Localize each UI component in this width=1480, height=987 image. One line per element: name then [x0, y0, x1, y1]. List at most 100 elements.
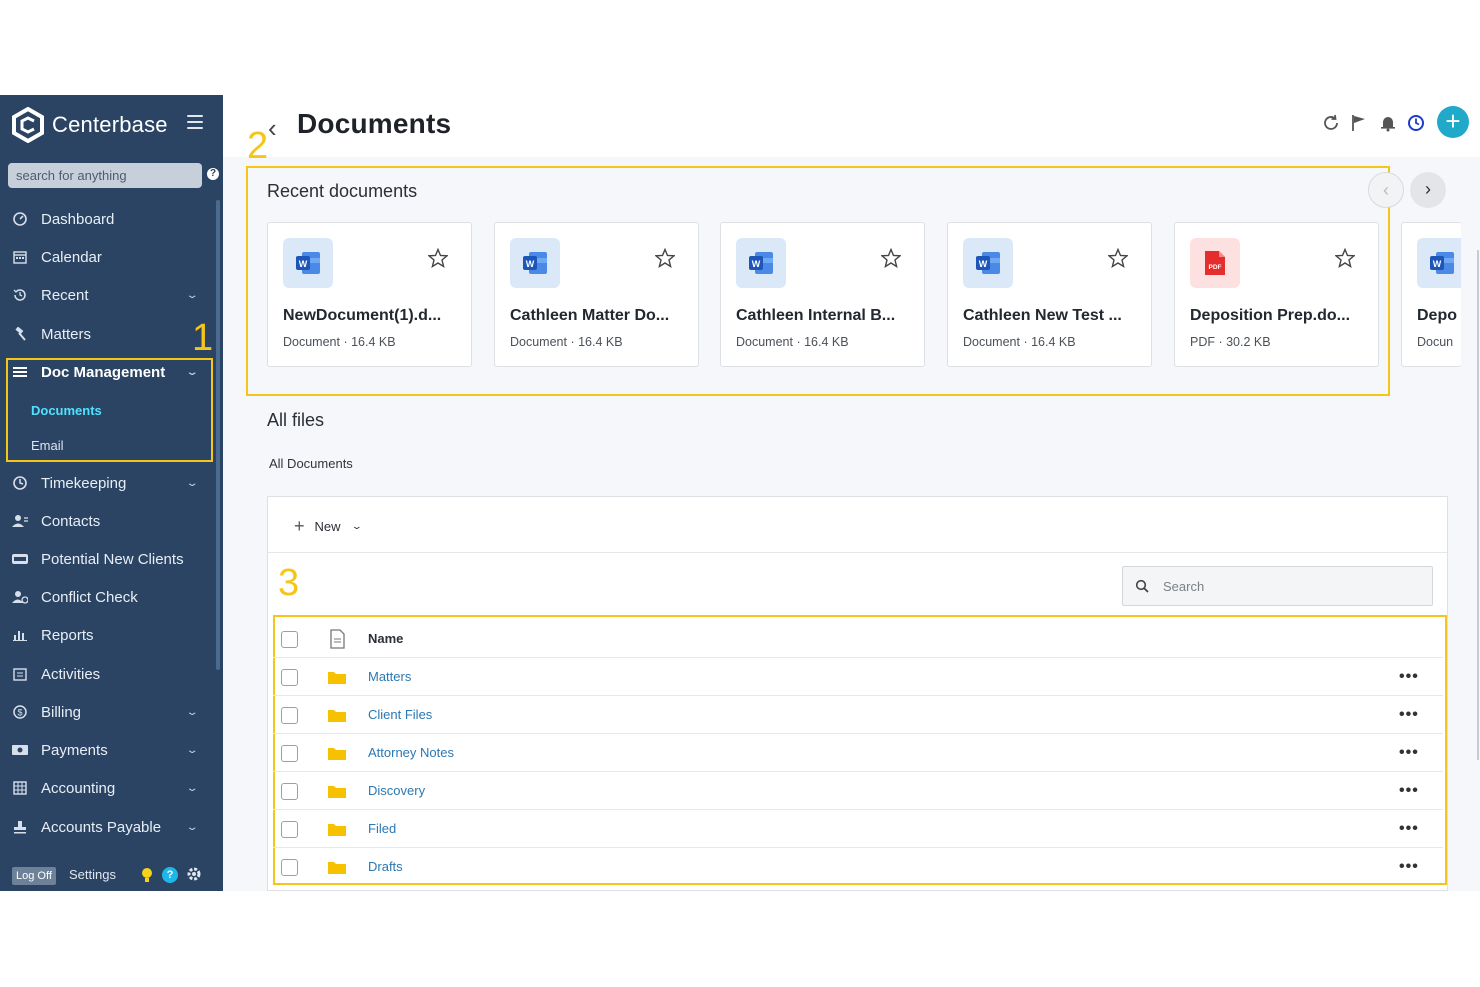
settings-link[interactable]: Settings: [69, 867, 116, 882]
flag-icon[interactable]: [1350, 114, 1368, 132]
column-header-name[interactable]: Name: [368, 631, 403, 646]
refresh-icon[interactable]: [1322, 114, 1340, 132]
more-options-icon[interactable]: •••: [1399, 858, 1419, 876]
carousel-prev-button[interactable]: ‹: [1368, 172, 1404, 208]
row-checkbox[interactable]: [281, 821, 298, 838]
sidebar-item-conflict-check[interactable]: Conflict Check: [0, 582, 216, 612]
folder-name-link[interactable]: Discovery: [368, 783, 425, 798]
folder-name-link[interactable]: Client Files: [368, 707, 432, 722]
marker-3: 3: [278, 562, 300, 604]
folder-name-link[interactable]: Drafts: [368, 859, 403, 874]
files-toolbar: + New ⌄: [268, 497, 1447, 553]
more-options-icon[interactable]: •••: [1399, 706, 1419, 724]
dashboard-icon: [12, 211, 28, 227]
timer-icon[interactable]: [1407, 114, 1425, 132]
folder-name-link[interactable]: Filed: [368, 821, 396, 836]
document-name: Cathleen Internal B...: [736, 307, 896, 324]
sidebar-item-contacts[interactable]: Contacts: [0, 506, 216, 536]
brand[interactable]: Centerbase: [10, 105, 210, 145]
sidebar-item-recent[interactable]: Recent ⌄: [0, 280, 216, 310]
more-options-icon[interactable]: •••: [1399, 782, 1419, 800]
menu-toggle-icon[interactable]: [187, 115, 203, 129]
document-meta: Docun: [1417, 335, 1454, 349]
chevron-down-icon: ⌄: [185, 289, 199, 301]
history-icon: [12, 287, 28, 303]
file-search[interactable]: [1122, 566, 1433, 606]
lightbulb-icon[interactable]: [141, 867, 153, 883]
folder-name-link[interactable]: Attorney Notes: [368, 745, 454, 760]
more-options-icon[interactable]: •••: [1399, 668, 1419, 686]
star-icon[interactable]: [1335, 248, 1355, 268]
sidebar-item-potential-new-clients[interactable]: Potential New Clients: [0, 544, 216, 574]
document-name: Depo: [1417, 307, 1457, 324]
more-options-icon[interactable]: •••: [1399, 744, 1419, 762]
star-icon[interactable]: [655, 248, 675, 268]
folder-name-link[interactable]: Matters: [368, 669, 411, 684]
sidebar-item-label: Calendar: [41, 248, 102, 266]
recent-document-card[interactable]: W Cathleen Internal B... Document · 16.4…: [720, 222, 925, 367]
more-options-icon[interactable]: •••: [1399, 820, 1419, 838]
row-checkbox[interactable]: [281, 669, 298, 686]
table-row[interactable]: Attorney Notes •••: [273, 734, 1443, 772]
sidebar-item-label: Billing: [41, 703, 82, 721]
recent-document-card[interactable]: W Depo Docun: [1401, 222, 1461, 367]
sidebar-item-billing[interactable]: $ Billing ⌄: [0, 697, 216, 727]
sidebar-item-calendar[interactable]: Calendar: [0, 242, 216, 272]
word-file-icon: W: [736, 238, 786, 288]
recent-document-card[interactable]: PDF Deposition Prep.do... PDF · 30.2 KB: [1174, 222, 1379, 367]
conflict-icon: [12, 589, 28, 605]
sidebar-item-dashboard[interactable]: Dashboard: [0, 204, 216, 234]
sidebar-item-accounting[interactable]: Accounting ⌄: [0, 773, 216, 803]
sidebar-scrollbar[interactable]: [216, 200, 220, 670]
star-icon[interactable]: [428, 248, 448, 268]
sidebar-item-payments[interactable]: Payments ⌄: [0, 735, 216, 765]
row-checkbox[interactable]: [281, 783, 298, 800]
sidebar-item-label: Reports: [41, 626, 94, 644]
help-icon[interactable]: ?: [162, 867, 178, 883]
sidebar-item-activities[interactable]: Activities: [0, 659, 216, 689]
table-row[interactable]: Filed •••: [273, 810, 1443, 848]
logoff-button[interactable]: Log Off: [12, 867, 56, 885]
add-button[interactable]: +: [1437, 106, 1469, 138]
bell-icon[interactable]: [1379, 114, 1397, 132]
chevron-down-icon: ⌄: [350, 520, 363, 531]
document-name: Cathleen Matter Do...: [510, 307, 670, 324]
row-checkbox[interactable]: [281, 745, 298, 762]
document-meta: Document · 16.4 KB: [510, 335, 623, 349]
row-checkbox[interactable]: [281, 707, 298, 724]
sidebar-item-matters[interactable]: Matters: [0, 319, 216, 349]
recent-document-card[interactable]: W Cathleen New Test ... Document · 16.4 …: [947, 222, 1152, 367]
back-chevron-icon[interactable]: ‹: [268, 113, 277, 144]
document-meta: Document · 16.4 KB: [963, 335, 1076, 349]
table-row[interactable]: Client Files •••: [273, 696, 1443, 734]
recent-document-card[interactable]: W NewDocument(1).d... Document · 16.4 KB: [267, 222, 472, 367]
file-search-input[interactable]: [1163, 576, 1423, 596]
recent-document-card[interactable]: W Cathleen Matter Do... Document · 16.4 …: [494, 222, 699, 367]
chevron-down-icon: ⌄: [185, 821, 199, 833]
row-checkbox[interactable]: [281, 859, 298, 876]
document-meta: PDF · 30.2 KB: [1190, 335, 1271, 349]
star-icon[interactable]: [1108, 248, 1128, 268]
select-all-checkbox[interactable]: [281, 631, 298, 648]
gear-icon[interactable]: [186, 866, 202, 882]
sidebar-item-accounts-payable[interactable]: Accounts Payable ⌄: [0, 812, 216, 842]
global-search-input[interactable]: [8, 163, 202, 188]
sidebar-item-reports[interactable]: Reports: [0, 620, 216, 650]
star-icon[interactable]: [881, 248, 901, 268]
document-meta: Document · 16.4 KB: [283, 335, 396, 349]
table-row[interactable]: Matters •••: [273, 658, 1443, 696]
breadcrumb[interactable]: All Documents: [269, 456, 353, 471]
table-row[interactable]: Drafts •••: [273, 848, 1443, 886]
carousel-next-button[interactable]: ›: [1410, 172, 1446, 208]
main-content: ‹ Documents + 2 Recent documents ‹ › W N…: [223, 95, 1480, 891]
sidebar-item-label: Accounts Payable: [41, 818, 162, 836]
sidebar-item-label: Contacts: [41, 512, 101, 530]
chevron-down-icon: ⌄: [185, 706, 199, 718]
highlight-box-1: [6, 358, 213, 462]
sidebar-item-timekeeping[interactable]: Timekeeping ⌄: [0, 468, 216, 498]
table-row[interactable]: Discovery •••: [273, 772, 1443, 810]
search-help-icon[interactable]: ?: [207, 168, 219, 180]
main-scrollbar[interactable]: [1477, 250, 1479, 760]
activities-icon: [12, 666, 28, 682]
new-button[interactable]: + New ⌄: [294, 515, 363, 537]
